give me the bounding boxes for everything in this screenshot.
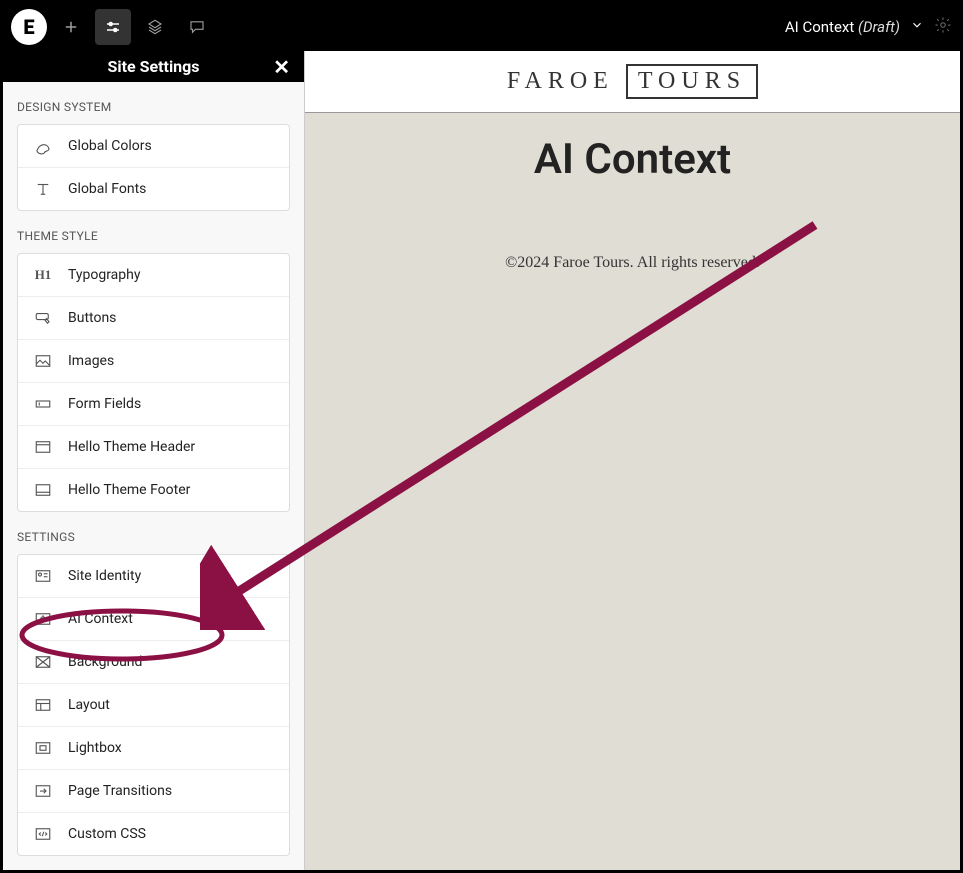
section-label-settings: SETTINGS	[3, 512, 304, 554]
menu-label: Typography	[68, 267, 140, 283]
menu-label: Page Transitions	[68, 783, 172, 799]
menu-label: Images	[68, 353, 114, 369]
menu-item-hello-header[interactable]: Hello Theme Header	[18, 425, 289, 468]
brand-logo[interactable]: FAROE TOURS	[507, 64, 758, 99]
comments-button[interactable]	[179, 9, 215, 45]
sidebar-title-bar: Site Settings ✕	[3, 51, 304, 82]
menu-item-ai-context[interactable]: AI Context	[18, 597, 289, 640]
menu-item-custom-css[interactable]: Custom CSS	[18, 812, 289, 855]
menu-label: Site Identity	[68, 568, 141, 584]
css-icon	[32, 825, 54, 843]
top-toolbar: E AI Context (Draft)	[3, 3, 960, 51]
section-label-theme-style: THEME STYLE	[3, 211, 304, 253]
menu-item-form-fields[interactable]: Form Fields	[18, 382, 289, 425]
brand-text-faroe: FAROE	[507, 68, 614, 95]
close-icon[interactable]: ✕	[273, 55, 290, 79]
page-heading: AI Context	[305, 113, 960, 192]
lightbox-icon	[32, 739, 54, 757]
menu-item-images[interactable]: Images	[18, 339, 289, 382]
page-dropdown-icon[interactable]	[910, 18, 924, 36]
background-icon	[32, 653, 54, 671]
buttons-icon	[32, 309, 54, 327]
images-icon	[32, 352, 54, 370]
menu-label: Lightbox	[68, 740, 122, 756]
menu-item-page-transitions[interactable]: Page Transitions	[18, 769, 289, 812]
transitions-icon	[32, 782, 54, 800]
footer-icon	[32, 481, 54, 499]
site-settings-sidebar: Site Settings ✕ DESIGN SYSTEM Global Col…	[3, 51, 305, 870]
font-icon	[32, 180, 54, 198]
add-element-button[interactable]	[53, 9, 89, 45]
menu-label: Custom CSS	[68, 826, 146, 842]
menu-label: Global Fonts	[68, 181, 146, 197]
menu-label: AI Context	[68, 611, 133, 627]
brand-text-tours: TOURS	[626, 64, 758, 99]
menu-item-global-colors[interactable]: Global Colors	[18, 125, 289, 167]
identity-icon	[32, 567, 54, 585]
preview-canvas: FAROE TOURS AI Context ©2024 Faroe Tours…	[305, 51, 960, 870]
layout-icon	[32, 696, 54, 714]
menu-item-lightbox[interactable]: Lightbox	[18, 726, 289, 769]
section-label-design-system: DESIGN SYSTEM	[3, 82, 304, 124]
menu-item-layout[interactable]: Layout	[18, 683, 289, 726]
form-fields-icon	[32, 395, 54, 413]
palette-icon	[32, 137, 54, 155]
menu-label: Buttons	[68, 310, 116, 326]
page-name-label[interactable]: AI Context (Draft)	[785, 18, 900, 36]
menu-label: Hello Theme Header	[68, 439, 195, 455]
site-header: FAROE TOURS	[305, 51, 960, 113]
menu-item-hello-footer[interactable]: Hello Theme Footer	[18, 468, 289, 511]
menu-label: Background	[68, 654, 142, 670]
settings-panel-button[interactable]	[95, 9, 131, 45]
menu-label: Hello Theme Footer	[68, 482, 190, 498]
elementor-logo[interactable]: E	[11, 9, 47, 45]
header-icon	[32, 438, 54, 456]
footer-copyright: ©2024 Faroe Tours. All rights reserved.	[305, 192, 960, 272]
menu-label: Form Fields	[68, 396, 141, 412]
top-settings-icon[interactable]	[934, 16, 952, 38]
menu-item-site-identity[interactable]: Site Identity	[18, 555, 289, 597]
menu-label: Layout	[68, 697, 110, 713]
structure-button[interactable]	[137, 9, 173, 45]
typography-icon: H1	[32, 266, 54, 284]
menu-item-buttons[interactable]: Buttons	[18, 296, 289, 339]
sidebar-title: Site Settings	[108, 57, 200, 76]
menu-item-typography[interactable]: H1 Typography	[18, 254, 289, 296]
menu-item-global-fonts[interactable]: Global Fonts	[18, 167, 289, 210]
menu-item-background[interactable]: Background	[18, 640, 289, 683]
ai-context-icon	[32, 610, 54, 628]
menu-label: Global Colors	[68, 138, 152, 154]
